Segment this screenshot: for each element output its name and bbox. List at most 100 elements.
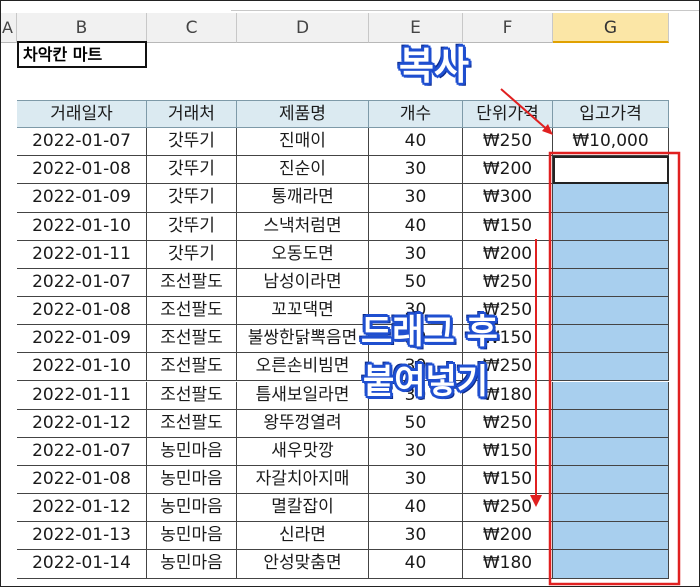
cell-product[interactable]: 안성맞춤면	[237, 550, 369, 579]
column-header-d[interactable]: D	[237, 13, 369, 43]
cell-count[interactable]: 40	[369, 494, 463, 523]
cell-product[interactable]: 남성이라면	[237, 268, 369, 298]
header-cost[interactable]: 입고가격	[553, 100, 669, 129]
cell-date[interactable]: 2022-01-09	[17, 325, 147, 354]
cell-vendor[interactable]: 조선팔도	[147, 268, 237, 298]
cell-product[interactable]: 왕뚜껑열려	[237, 409, 369, 438]
cell-product[interactable]: 새우맛깡	[237, 437, 369, 466]
cell-count[interactable]: 50	[369, 268, 463, 298]
cell-product[interactable]: 틈새보일라면	[237, 381, 369, 410]
cell-product[interactable]: 멸칼잡이	[237, 494, 369, 523]
column-header-c[interactable]: C	[147, 13, 237, 43]
cell-unit-price[interactable]: ₩200	[463, 240, 553, 269]
cell-cost[interactable]	[553, 550, 669, 579]
cell-product[interactable]: 오동도면	[237, 240, 369, 269]
cell-cost[interactable]	[553, 184, 669, 213]
cell-vendor[interactable]: 조선팔도	[147, 353, 237, 382]
cell-count[interactable]: 40	[369, 212, 463, 241]
cell-count[interactable]: 30	[369, 522, 463, 551]
cell-count[interactable]: 30	[369, 240, 463, 269]
cell-vendor[interactable]: 농민마음	[147, 437, 237, 466]
cell-vendor[interactable]: 갓뚜기	[147, 156, 237, 185]
cell-unit-price[interactable]: ₩150	[463, 437, 553, 466]
cell-count[interactable]: 30	[369, 156, 463, 185]
cell-vendor[interactable]: 농민마음	[147, 522, 237, 551]
cell-vendor[interactable]: 농민마음	[147, 550, 237, 579]
cell-date[interactable]: 2022-01-07	[17, 268, 147, 298]
cell-cost[interactable]	[553, 494, 669, 523]
cell-cost[interactable]	[553, 465, 669, 495]
cell-count[interactable]: 30	[369, 184, 463, 213]
cell-cost[interactable]	[553, 437, 669, 466]
cell-date[interactable]: 2022-01-11	[17, 240, 147, 269]
cell-count[interactable]: 30	[369, 465, 463, 495]
cell-vendor[interactable]: 갓뚜기	[147, 128, 237, 157]
cell-unit-price[interactable]: ₩250	[463, 268, 553, 298]
cell-count[interactable]: 30	[369, 437, 463, 466]
cell-product[interactable]: 신라면	[237, 522, 369, 551]
cell-count[interactable]: 40	[369, 128, 463, 157]
cell-date[interactable]: 2022-01-08	[17, 297, 147, 326]
cell-unit-price[interactable]: ₩250	[463, 409, 553, 438]
cell-product[interactable]: 통깨라면	[237, 184, 369, 213]
cell-product[interactable]: 자갈치아지매	[237, 465, 369, 495]
cell-cost[interactable]: ₩10,000	[553, 128, 669, 157]
cell-unit-price[interactable]: ₩250	[463, 128, 553, 157]
cell-unit-price[interactable]: ₩200	[463, 156, 553, 185]
cell-vendor[interactable]: 농민마음	[147, 465, 237, 495]
cell-product[interactable]: 불쌍한닭뽁음면	[237, 325, 369, 354]
cell-cost[interactable]	[553, 240, 669, 269]
cell-date[interactable]: 2022-01-10	[17, 353, 147, 382]
cell-unit-price[interactable]: ₩180	[463, 550, 553, 579]
header-product[interactable]: 제품명	[237, 100, 369, 129]
cell-date[interactable]: 2022-01-12	[17, 494, 147, 523]
cell-date[interactable]: 2022-01-10	[17, 212, 147, 241]
cell-vendor[interactable]: 조선팔도	[147, 381, 237, 410]
cell-vendor[interactable]: 농민마음	[147, 494, 237, 523]
header-date[interactable]: 거래일자	[17, 100, 147, 129]
cell-count[interactable]: 50	[369, 409, 463, 438]
cell-count[interactable]: 40	[369, 550, 463, 579]
cell-cost[interactable]	[553, 353, 669, 382]
cell-vendor[interactable]: 갓뚜기	[147, 184, 237, 213]
cell-cost[interactable]	[553, 156, 669, 185]
cell-cost[interactable]	[553, 268, 669, 298]
cell-cost[interactable]	[553, 409, 669, 438]
column-header-b[interactable]: B	[17, 13, 147, 43]
cell-date[interactable]: 2022-01-12	[17, 409, 147, 438]
cell-cost[interactable]	[553, 325, 669, 354]
cell-product[interactable]: 꼬꼬댁면	[237, 297, 369, 326]
cell-product[interactable]: 스낵처럼면	[237, 212, 369, 241]
column-header-e[interactable]: E	[369, 13, 463, 43]
cell-cost[interactable]	[553, 381, 669, 410]
header-unit-price[interactable]: 단위가격	[463, 100, 553, 129]
cell-date[interactable]: 2022-01-07	[17, 128, 147, 157]
cell-cost[interactable]	[553, 297, 669, 326]
cell-product[interactable]: 오른손비빔면	[237, 353, 369, 382]
cell-unit-price[interactable]: ₩150	[463, 212, 553, 241]
header-count[interactable]: 개수	[369, 100, 463, 129]
cell-unit-price[interactable]: ₩200	[463, 522, 553, 551]
spreadsheet-grid[interactable]: A B C D E F G 거래일자 거래처 제품명 개수 단위가격 입고가격 2022-0…	[1, 13, 699, 586]
column-header-g[interactable]: G	[553, 13, 669, 43]
cell-cost[interactable]	[553, 212, 669, 241]
cell-cost[interactable]	[553, 522, 669, 551]
cell-vendor[interactable]: 조선팔도	[147, 297, 237, 326]
cell-vendor[interactable]: 조선팔도	[147, 325, 237, 354]
cell-date[interactable]: 2022-01-08	[17, 156, 147, 185]
cell-unit-price[interactable]: ₩150	[463, 465, 553, 495]
cell-date[interactable]: 2022-01-07	[17, 437, 147, 466]
cell-vendor[interactable]: 조선팔도	[147, 409, 237, 438]
column-header-a[interactable]: A	[1, 13, 17, 43]
cell-vendor[interactable]: 갓뚜기	[147, 240, 237, 269]
cell-date[interactable]: 2022-01-14	[17, 550, 147, 579]
header-vendor[interactable]: 거래처	[147, 100, 237, 129]
cell-date[interactable]: 2022-01-11	[17, 381, 147, 410]
column-header-f[interactable]: F	[463, 13, 553, 43]
cell-product[interactable]: 진매이	[237, 128, 369, 157]
cell-date[interactable]: 2022-01-08	[17, 465, 147, 495]
cell-product[interactable]: 진순이	[237, 156, 369, 185]
cell-vendor[interactable]: 갓뚜기	[147, 212, 237, 241]
cell-date[interactable]: 2022-01-09	[17, 184, 147, 213]
cell-date[interactable]: 2022-01-13	[17, 522, 147, 551]
